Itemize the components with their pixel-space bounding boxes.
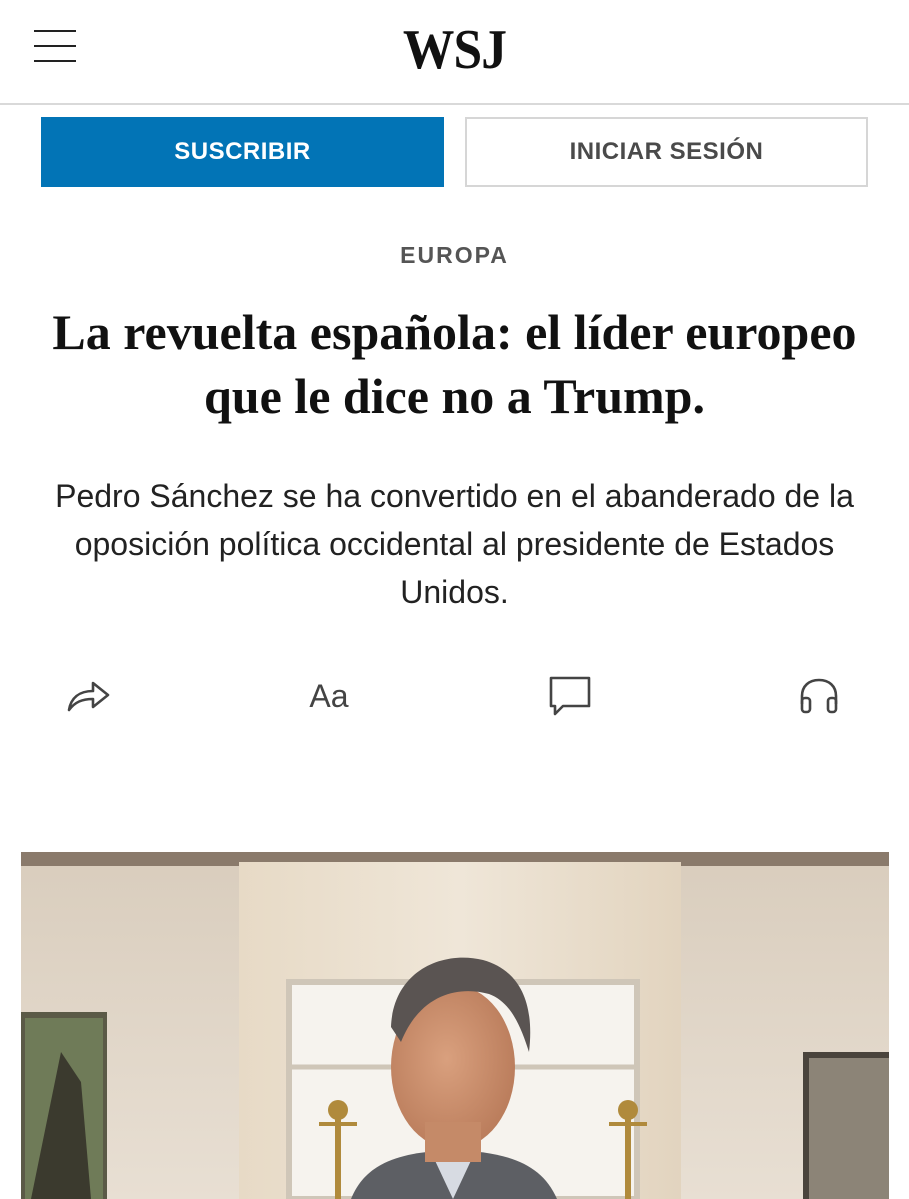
comment-icon <box>549 676 591 716</box>
article-dek: Pedro Sánchez se ha convertido en el aba… <box>55 478 854 610</box>
headphones-icon <box>800 678 838 714</box>
text-size-icon: Aa <box>309 677 349 714</box>
top-header: WSJ <box>0 0 909 105</box>
login-button[interactable]: INICIAR SESIÓN <box>465 117 868 187</box>
comments-button[interactable] <box>542 668 598 724</box>
text-size-button[interactable]: Aa <box>301 668 357 724</box>
hero-photo-illustration <box>21 852 889 1199</box>
section-label[interactable]: EUROPA <box>0 242 909 269</box>
share-icon <box>67 681 110 712</box>
headline-line-2: que le dice no a Trump. <box>204 368 705 424</box>
share-button[interactable] <box>61 668 117 724</box>
headline-line-1: La revuelta española: el líder europeo <box>52 304 857 360</box>
article-headline: La revuelta española: el líder europeo q… <box>20 300 889 428</box>
listen-button[interactable] <box>791 668 847 724</box>
wsj-logo[interactable]: WSJ <box>36 18 872 82</box>
subscribe-button[interactable]: SUSCRIBIR <box>41 117 444 187</box>
hero-photo <box>21 852 889 1199</box>
